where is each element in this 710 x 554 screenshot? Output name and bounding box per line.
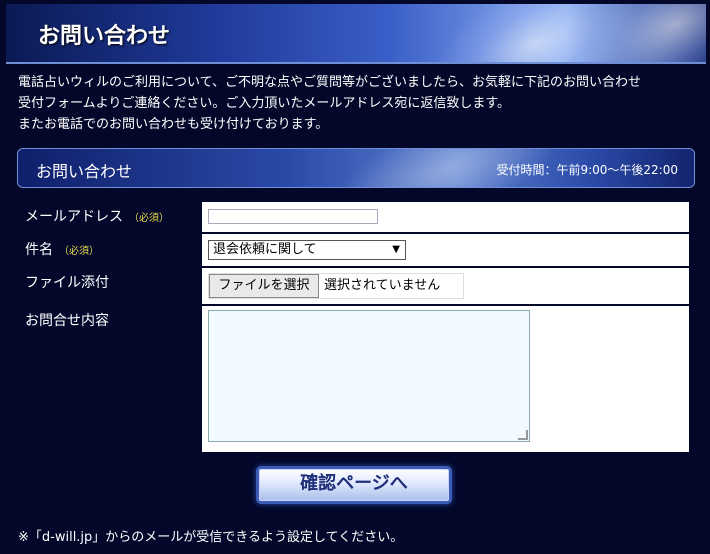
form-row-file: ファイル添付 ファイルを選択 選択されていません — [21, 268, 689, 304]
section-header: お問い合わせ 受付時間：午前9:00〜午後22:00 — [17, 148, 695, 188]
email-label-cell: メールアドレス （必須） — [21, 202, 202, 232]
required-badge: （必須） — [59, 246, 99, 257]
subject-label: 件名 — [25, 242, 53, 258]
choose-file-button[interactable]: ファイルを選択 — [209, 274, 319, 298]
message-textarea[interactable] — [208, 310, 530, 442]
intro-line: またお電話でのお問い合わせも受け付けております。 — [18, 117, 329, 132]
form-row-message: お問合せ内容 — [21, 306, 689, 452]
subject-selected-value: 退会依頼に関して — [213, 242, 317, 257]
email-label: メールアドレス — [25, 209, 123, 225]
subject-field-cell: 退会依頼に関して ▼ — [202, 234, 689, 266]
email-setting-note: ※「d-will.jp」からのメールが受信できるよう設定してください。 — [18, 530, 404, 545]
file-label-cell: ファイル添付 — [21, 268, 202, 304]
email-field[interactable] — [208, 209, 378, 224]
page-title: お問い合わせ — [38, 23, 171, 49]
subject-label-cell: 件名 （必須） — [21, 234, 202, 266]
email-field-cell — [202, 202, 689, 232]
subject-select[interactable]: 退会依頼に関して ▼ — [208, 240, 406, 260]
file-input: ファイルを選択 選択されていません — [208, 273, 464, 299]
message-label: お問合せ内容 — [25, 313, 109, 329]
message-label-cell: お問合せ内容 — [21, 306, 202, 452]
intro-line: 受付フォームよりご連絡ください。ご入力頂いたメールアドレス宛に返信致します。 — [18, 96, 511, 111]
confirm-page-button[interactable]: 確認ページへ — [256, 466, 452, 504]
required-badge: （必須） — [129, 213, 169, 224]
file-status-text: 選択されていません — [324, 278, 441, 293]
form-row-email: メールアドレス （必須） — [21, 202, 689, 232]
intro-line: 電話占いウィルのご利用について、ご不明な点やご質問等がございましたら、お気軽に下… — [18, 75, 641, 90]
dropdown-arrow-icon: ▼ — [392, 244, 400, 255]
message-field-cell — [202, 306, 689, 452]
form-row-subject: 件名 （必須） 退会依頼に関して ▼ — [21, 234, 689, 266]
file-field-cell: ファイルを選択 選択されていません — [202, 268, 689, 304]
page-header-banner: お問い合わせ — [6, 4, 706, 64]
file-label: ファイル添付 — [25, 275, 109, 291]
section-title: お問い合わせ — [36, 162, 133, 181]
intro-text: 電話占いウィルのご利用について、ご不明な点やご質問等がございましたら、お気軽に下… — [18, 72, 698, 135]
feather-decoration — [550, 4, 706, 62]
reception-hours: 受付時間：午前9:00〜午後22:00 — [496, 163, 678, 177]
resize-handle-icon[interactable] — [518, 430, 528, 440]
